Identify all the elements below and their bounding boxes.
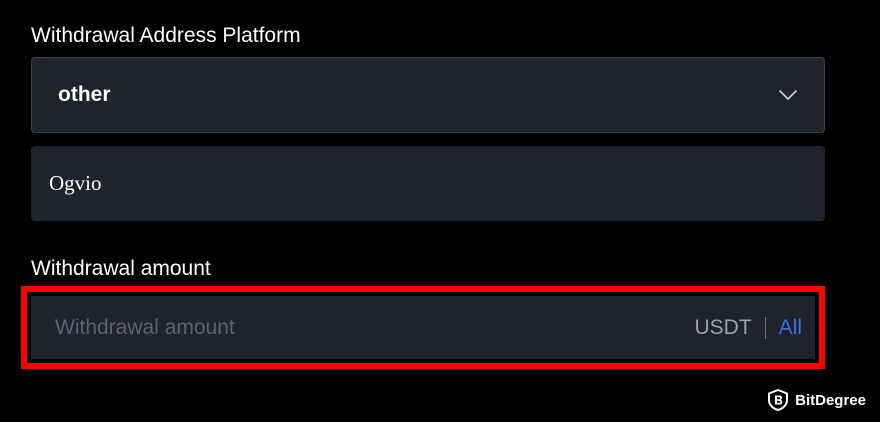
withdrawal-amount-input[interactable] [55,315,695,340]
platform-name-value: Ogvio [49,171,102,195]
divider [764,316,766,339]
platform-name-field[interactable]: Ogvio [31,146,825,221]
currency-unit: USDT [694,315,752,339]
withdrawal-address-platform-label: Withdrawal Address Platform [31,24,301,47]
all-amount-button[interactable]: All [779,316,802,340]
highlight-box: USDT All [21,286,825,369]
bitdegree-logo-icon [768,389,789,411]
platform-select[interactable]: other [31,57,825,133]
chevron-down-icon [779,90,797,100]
watermark-text: BitDegree [795,391,866,409]
bitdegree-watermark: BitDegree [767,389,866,411]
platform-selected-value: other [58,83,111,106]
withdrawal-form: Withdrawal Address Platform other Ogvio … [0,0,880,422]
withdrawal-amount-label: Withdrawal amount [31,257,211,280]
withdrawal-amount-field: USDT All [31,296,815,359]
